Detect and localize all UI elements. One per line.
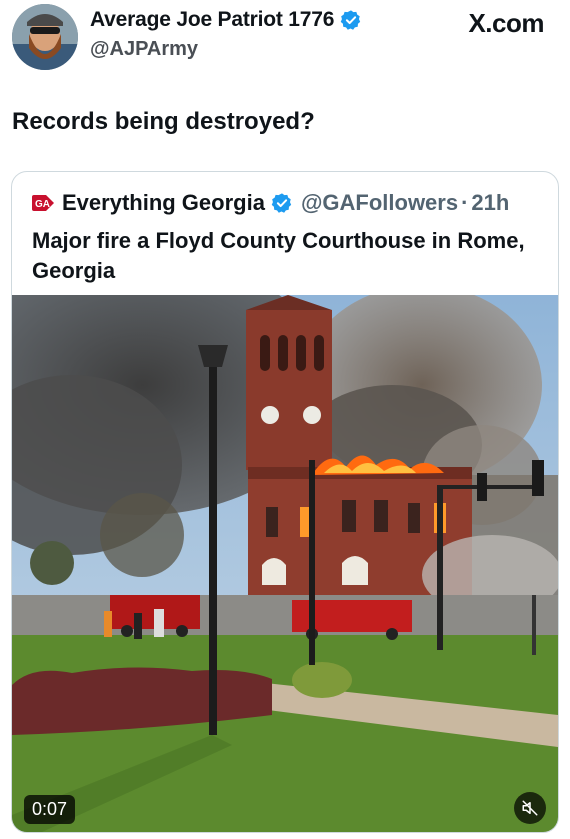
quoted-post-header: GA Everything Georgia @GAFollowers · 21h	[32, 190, 509, 216]
post-header: Average Joe Patriot 1776 @AJPArmy X.com	[0, 0, 570, 80]
user-handle[interactable]: @AJPArmy	[90, 38, 198, 61]
quoted-post-card[interactable]: GA Everything Georgia @GAFollowers · 21h…	[11, 171, 559, 833]
display-name[interactable]: Average Joe Patriot 1776	[90, 8, 334, 32]
avatar[interactable]	[12, 4, 78, 70]
name-row: Average Joe Patriot 1776	[90, 8, 362, 32]
quoted-display-name[interactable]: Everything Georgia	[62, 190, 265, 216]
svg-text:GA: GA	[35, 199, 50, 210]
video-player[interactable]: 0:07	[12, 295, 558, 832]
video-duration: 0:07	[24, 795, 76, 824]
mute-button[interactable]	[514, 792, 546, 824]
verified-badge-icon	[271, 193, 292, 213]
avatar-image	[12, 4, 78, 70]
muted-speaker-icon	[522, 800, 538, 816]
site-watermark: X.com	[468, 8, 544, 38]
verified-badge-icon	[340, 10, 361, 30]
quoted-timestamp[interactable]: 21h	[471, 190, 509, 216]
ga-logo-icon: GA	[32, 195, 54, 211]
quoted-handle[interactable]: @GAFollowers	[301, 190, 458, 216]
quoted-post-text: Major fire a Floyd County Courthouse in …	[32, 228, 525, 283]
separator-dot: ·	[461, 190, 469, 215]
video-frame	[12, 295, 558, 832]
post-text: Records being destroyed?	[12, 108, 315, 135]
